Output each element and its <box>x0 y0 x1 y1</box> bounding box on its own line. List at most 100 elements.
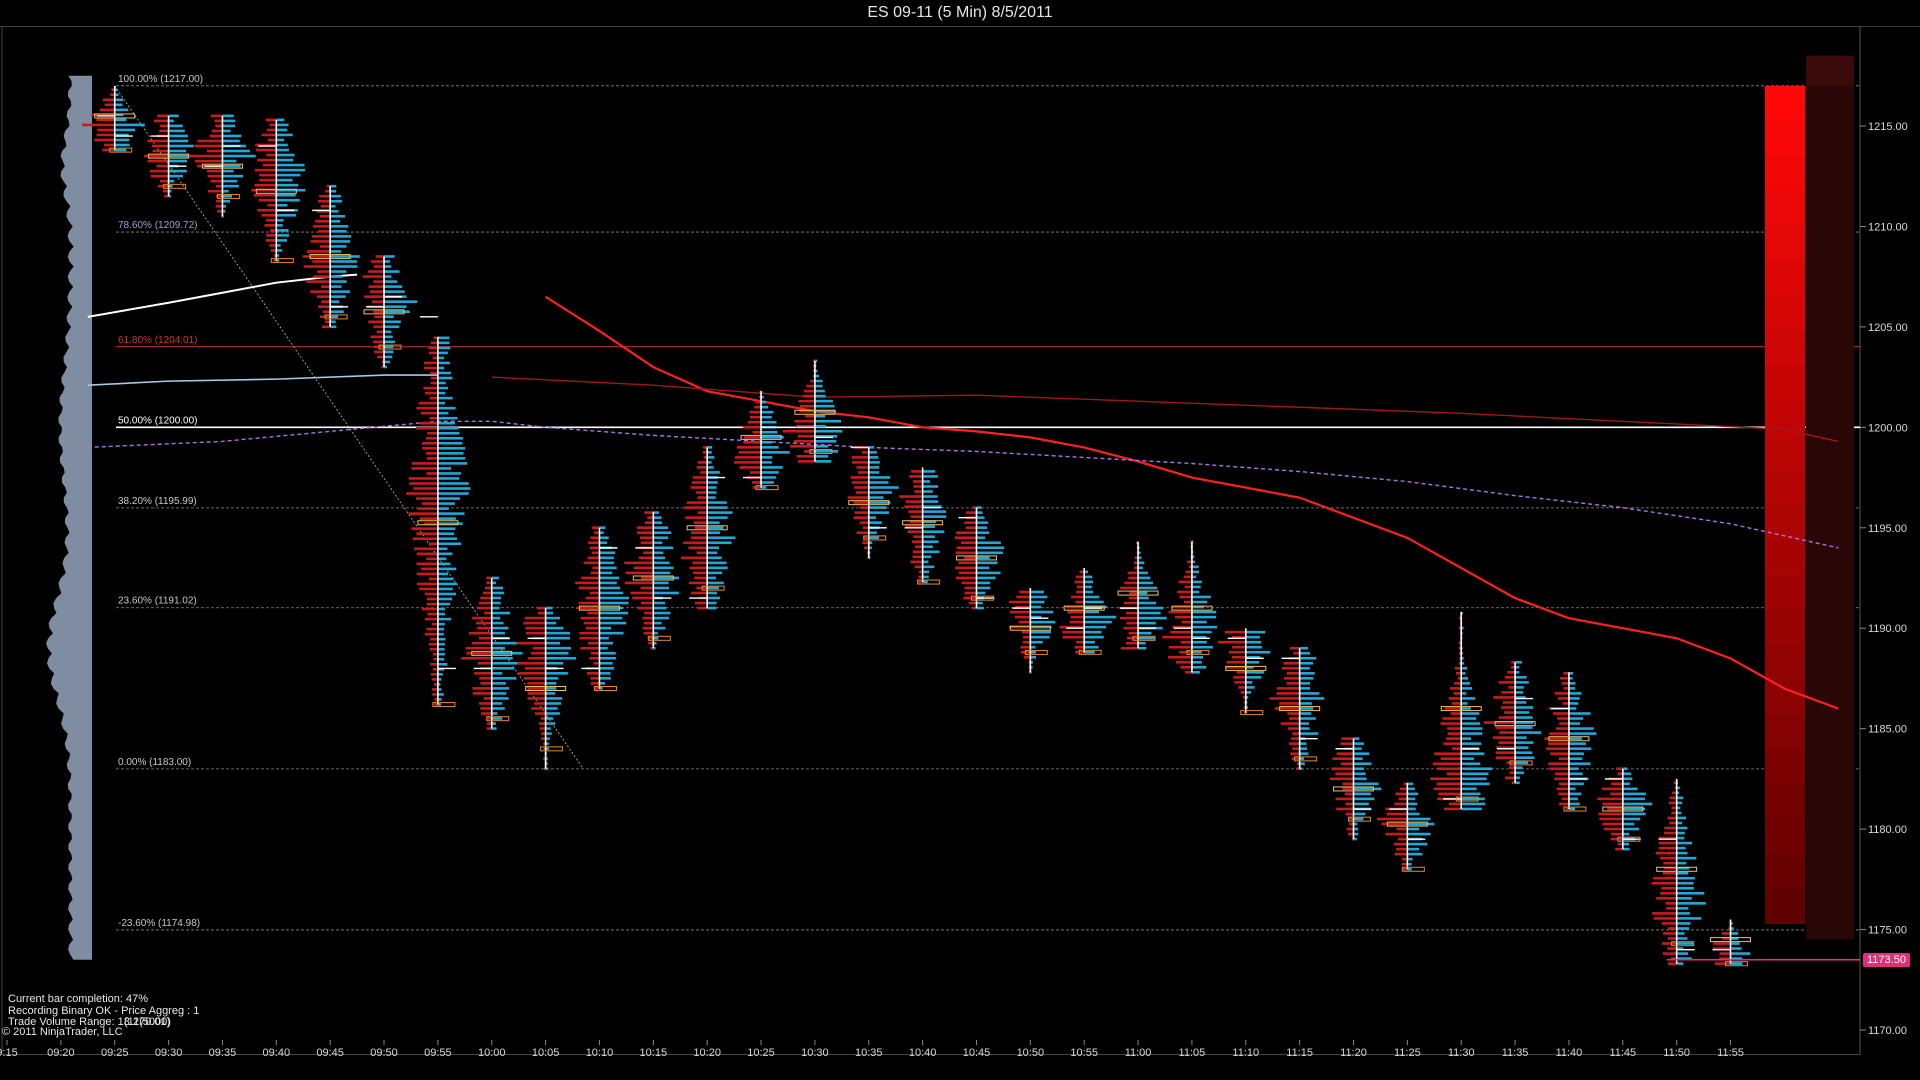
ask-volume-bar <box>1299 747 1308 750</box>
ask-volume-bar <box>761 456 773 459</box>
bid-volume-bar <box>1224 630 1246 634</box>
bid-volume-bar <box>480 596 492 600</box>
bid-volume-bar <box>313 275 331 278</box>
ask-volume-bar <box>437 587 453 591</box>
bid-volume-bar <box>587 641 600 645</box>
ask-volume-bar <box>653 571 671 575</box>
bid-volume-bar <box>321 285 331 288</box>
bid-volume-bar <box>684 506 708 509</box>
bid-volume-bar <box>523 621 546 625</box>
bid-volume-bar <box>1329 777 1354 781</box>
ask-volume-bar <box>1622 817 1641 821</box>
bid-volume-bar <box>474 672 492 675</box>
ask-volume-bar <box>276 123 289 127</box>
heat-column-cell <box>1765 225 1805 261</box>
bid-volume-bar <box>1128 576 1139 580</box>
bid-volume-bar <box>1556 787 1569 791</box>
bid-volume-bar <box>964 591 977 595</box>
ask-volume-bar <box>1138 591 1148 595</box>
bid-volume-bar <box>1550 752 1569 755</box>
bid-volume-bar <box>854 486 869 489</box>
ask-volume-bar <box>599 556 614 560</box>
ask-volume-bar <box>814 384 823 388</box>
ask-volume-bar <box>276 213 296 217</box>
heat-column-cell <box>1765 504 1805 541</box>
bid-volume-bar <box>428 351 438 355</box>
ask-volume-bar <box>599 581 617 585</box>
bid-volume-bar <box>159 124 169 128</box>
bid-volume-bar <box>539 727 546 730</box>
x-tick-label: 11:40 <box>1556 1047 1583 1059</box>
bid-volume-bar <box>913 485 923 488</box>
ask-volume-bar <box>276 224 283 227</box>
bid-volume-bar <box>734 456 762 459</box>
bid-volume-bar <box>516 641 546 645</box>
bid-volume-bar <box>690 536 708 540</box>
heat-column-cell <box>1765 295 1805 331</box>
bid-volume-bar <box>319 194 331 198</box>
ask-volume-bar <box>1676 871 1689 875</box>
bid-volume-bar <box>912 555 923 559</box>
bid-volume-bar <box>1279 702 1300 705</box>
ask-volume-bar <box>437 597 453 601</box>
ask-volume-bar <box>1138 586 1158 590</box>
ask-volume-bar <box>922 495 938 498</box>
bid-volume-bar <box>1658 846 1677 850</box>
bid-volume-bar <box>150 174 169 178</box>
bid-volume-bar <box>409 482 438 485</box>
bid-volume-bar <box>805 414 815 418</box>
bid-volume-bar <box>1493 696 1516 699</box>
footprint-bar-1115 <box>1269 646 1325 771</box>
bid-volume-bar <box>421 567 438 571</box>
bid-volume-bar <box>313 225 331 228</box>
ask-volume-bar <box>1515 746 1529 749</box>
bid-volume-bar <box>1074 645 1085 649</box>
footprint-bar-1030 <box>782 359 843 463</box>
ask-volume-bar <box>1191 630 1212 634</box>
footprint-bar-0950 <box>362 255 418 369</box>
ask-volume-bar <box>922 480 931 483</box>
ask-volume-bar <box>545 677 559 680</box>
ask-volume-bar <box>922 500 939 503</box>
footprint-bar-1035 <box>847 446 899 560</box>
ask-volume-bar <box>653 516 662 519</box>
ask-volume-bar <box>1353 817 1364 821</box>
ask-volume-bar <box>276 153 295 157</box>
ask-volume-bar <box>868 536 880 540</box>
bid-volume-bar <box>1667 947 1677 950</box>
bid-volume-bar <box>1450 687 1462 690</box>
bid-volume-bar <box>97 128 115 132</box>
ask-volume-bar <box>330 320 336 324</box>
x-tick-label: 09:45 <box>316 1047 344 1059</box>
bid-volume-bar <box>1075 575 1085 579</box>
ask-volume-bar <box>1407 817 1431 821</box>
bid-volume-bar <box>625 571 654 575</box>
fib-level-label: 50.00% (1200.00) <box>118 415 198 426</box>
bid-volume-bar <box>1231 655 1246 659</box>
ask-volume-bar <box>707 501 727 504</box>
bid-volume-bar <box>913 535 923 539</box>
ask-volume-bar <box>437 607 445 611</box>
bid-volume-bar <box>414 547 438 551</box>
ask-volume-bar <box>330 295 346 298</box>
footprint-bar-1010 <box>575 526 629 691</box>
ask-volume-bar <box>1245 650 1271 654</box>
bid-volume-bar <box>640 576 654 580</box>
bid-volume-bar <box>1126 641 1139 645</box>
ask-volume-bar <box>761 486 767 489</box>
ask-volume-bar <box>599 656 616 660</box>
price-chart[interactable]: 100.00% (1217.00) 78.60% (1209.72) 61.80% … <box>0 26 1920 1080</box>
bid-volume-bar <box>624 581 654 585</box>
x-tick-label: 11:50 <box>1663 1047 1690 1059</box>
bid-volume-bar <box>421 607 438 611</box>
ask-volume-bar <box>330 230 347 233</box>
ask-volume-bar <box>976 586 991 590</box>
ask-volume-bar <box>1407 792 1419 796</box>
ask-volume-bar <box>168 134 188 138</box>
heat-column-cell <box>1765 609 1805 645</box>
heat-column-cell <box>1765 85 1805 122</box>
bid-volume-bar <box>416 426 438 430</box>
bid-volume-bar <box>743 441 762 444</box>
ask-volume-bar <box>491 717 503 720</box>
bid-volume-bar <box>215 124 223 128</box>
